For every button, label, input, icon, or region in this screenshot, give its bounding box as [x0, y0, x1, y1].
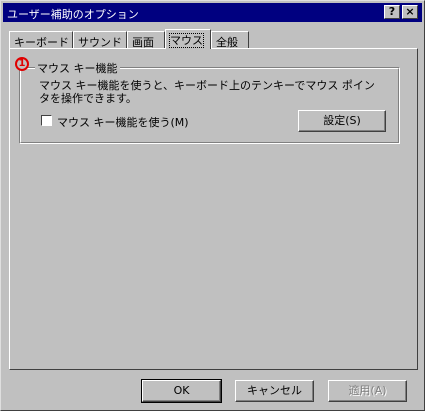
settings-button[interactable]: 設定(S) [298, 110, 386, 132]
ok-button[interactable]: OK [141, 379, 222, 403]
annotation-marker: 1 [15, 57, 29, 71]
tab-general[interactable]: 全般 [211, 31, 249, 49]
mousekeys-description: マウス キー機能を使うと、キーボード上のテンキーでマウス ポインタを操作できます… [39, 79, 375, 105]
tab-mouse-label: マウス [169, 33, 204, 48]
use-mousekeys-checkbox[interactable] [41, 115, 52, 126]
mousekeys-group-title: マウス キー機能 [35, 60, 120, 76]
tab-sound[interactable]: サウンド [73, 31, 127, 49]
tab-mouse[interactable]: マウス [165, 29, 211, 49]
help-button[interactable]: ? [384, 5, 400, 19]
apply-button[interactable]: 適用(A) [328, 380, 407, 402]
title-bar[interactable]: ユーザー補助のオプション ? × [3, 3, 422, 22]
use-mousekeys-label[interactable]: マウス キー機能を使う(M) [57, 114, 189, 130]
window-title: ユーザー補助のオプション [7, 8, 139, 21]
options-dialog: ユーザー補助のオプション ? × キーボード サウンド 画面 マウス 全般 1 … [0, 0, 425, 411]
tab-display[interactable]: 画面 [127, 31, 165, 49]
cancel-button[interactable]: キャンセル [235, 380, 314, 402]
tab-keyboard[interactable]: キーボード [9, 31, 73, 49]
close-button[interactable]: × [402, 5, 418, 19]
